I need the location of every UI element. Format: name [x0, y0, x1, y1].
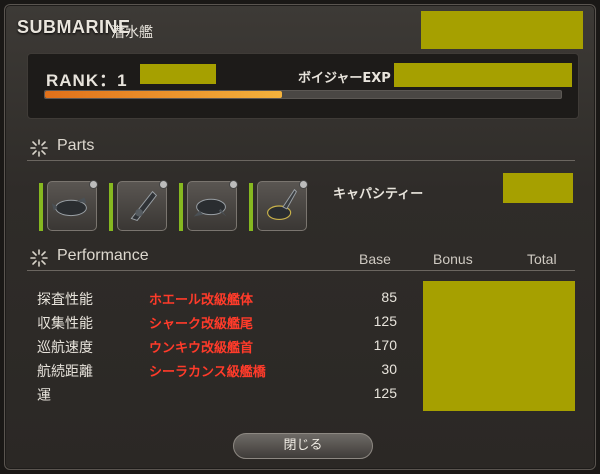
redacted-capacity-box	[503, 173, 573, 203]
voyage-exp-label: ボイジャーEXP	[298, 71, 391, 86]
submarine-bridge-icon	[267, 188, 297, 221]
parts-section-header: Parts	[27, 137, 575, 161]
slot-status-dot	[89, 180, 98, 189]
stat-name: 巡航速度	[37, 340, 93, 356]
stat-name: 収集性能	[37, 316, 93, 332]
stat-row: 収集性能 シャーク改級艦尾 125	[37, 313, 397, 335]
parts-heading: Parts	[57, 137, 95, 154]
redacted-exp-box	[394, 63, 572, 87]
slot-status-dot	[299, 180, 308, 189]
window-subtitle: 潜水艦	[111, 25, 153, 41]
redacted-name-box	[421, 11, 583, 49]
stat-row: 航続距離 シーラカンス級艦橋 30	[37, 361, 397, 383]
slot-indicator	[39, 183, 43, 231]
stat-base: 125	[373, 385, 397, 401]
stat-part: ホエール改級艦体	[149, 293, 254, 308]
performance-section-header: Performance Base Bonus Total	[27, 247, 575, 271]
column-bonus: Bonus	[433, 251, 473, 267]
slot-indicator	[249, 183, 253, 231]
sparkle-icon	[30, 249, 48, 267]
close-button[interactable]: 閉じる	[233, 433, 373, 459]
redacted-rank-box	[140, 64, 216, 84]
part-slot-bridge[interactable]	[257, 180, 308, 231]
rank-label: RANK：1	[46, 71, 128, 90]
stat-base: 125	[373, 313, 397, 329]
sparkle-icon	[30, 139, 48, 157]
part-slot-bow[interactable]	[187, 180, 238, 231]
column-base: Base	[359, 251, 391, 267]
submarine-hull-icon	[51, 197, 87, 217]
stat-part: シャーク改級艦尾	[149, 317, 254, 332]
exp-progress-fill	[45, 91, 283, 98]
submarine-stern-icon	[130, 190, 158, 221]
stat-name: 航続距離	[37, 364, 93, 380]
column-total: Total	[527, 251, 557, 267]
slot-status-dot	[159, 180, 168, 189]
slot-indicator	[179, 183, 183, 231]
slot-indicator	[109, 183, 113, 231]
capacity-label: キャパシティー	[333, 187, 424, 202]
stat-part: シーラカンス級艦橋	[149, 365, 266, 380]
stat-row: 探査性能 ホエール改級艦体 85	[37, 289, 397, 311]
slot-status-dot	[229, 180, 238, 189]
stat-row: 巡航速度 ウンキウ改級艦首 170	[37, 337, 397, 359]
exp-progress-bar	[44, 90, 562, 99]
part-slot-hull[interactable]	[47, 180, 98, 231]
stat-name: 運	[37, 388, 51, 404]
stat-base: 85	[381, 289, 397, 305]
stat-base: 170	[373, 337, 397, 353]
redacted-bonus-total-box	[423, 281, 575, 411]
part-slot-stern[interactable]	[117, 180, 168, 231]
submarine-bow-icon	[193, 198, 227, 217]
submarine-window: SUBMARINE 潜水艦 RANK：1 ボイジャーEXP Parts キャパシ…	[4, 4, 596, 470]
stat-name: 探査性能	[37, 292, 93, 308]
stat-part: ウンキウ改級艦首	[149, 341, 254, 356]
stat-row: 運 125	[37, 385, 397, 407]
rank-panel: RANK：1 ボイジャーEXP	[27, 53, 579, 119]
stat-base: 30	[381, 361, 397, 377]
performance-heading: Performance	[57, 247, 149, 264]
